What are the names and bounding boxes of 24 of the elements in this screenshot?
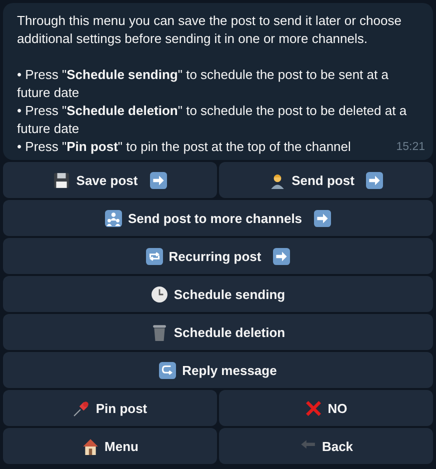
keyboard-button[interactable]: Reply message (3, 352, 433, 388)
keyboard-button[interactable]: Menu (3, 428, 217, 464)
keyboard-button[interactable]: Schedule sending (3, 276, 433, 312)
people-icon (104, 210, 122, 226)
message-text: Through this menu you can save the post to send it later or choose additional settings before sending it in one or more channels. (17, 12, 402, 48)
trash-can-icon (150, 324, 168, 340)
keyboard-button[interactable]: Send post (219, 162, 433, 198)
person-icon (268, 172, 286, 188)
clock-icon (150, 286, 168, 302)
keyboard-button[interactable]: Pin post (3, 390, 217, 426)
cross-mark-icon (304, 400, 322, 416)
keyboard-button[interactable]: Save post (3, 162, 217, 198)
message-text: • Press "Schedule deletion" to schedule the post to be deleted at a future date (17, 102, 408, 138)
message-text: • Press "Schedule sending" to schedule the post to be sent at a future date (17, 66, 390, 102)
keyboard-button[interactable]: NO (219, 390, 433, 426)
keyboard-button[interactable]: Back (219, 428, 433, 464)
keyboard-button[interactable]: Recurring post (3, 238, 433, 274)
house-icon (82, 438, 99, 454)
keyboard-button[interactable]: Send post to more channels (3, 200, 433, 236)
keyboard-button[interactable]: Schedule deletion (3, 314, 433, 350)
pushpin-icon (72, 400, 90, 416)
repeat-icon (146, 248, 163, 264)
message-time: 15:21 (396, 140, 425, 155)
message-text: • Press "Pin post" to pin the post at the top of the channel (17, 138, 351, 156)
